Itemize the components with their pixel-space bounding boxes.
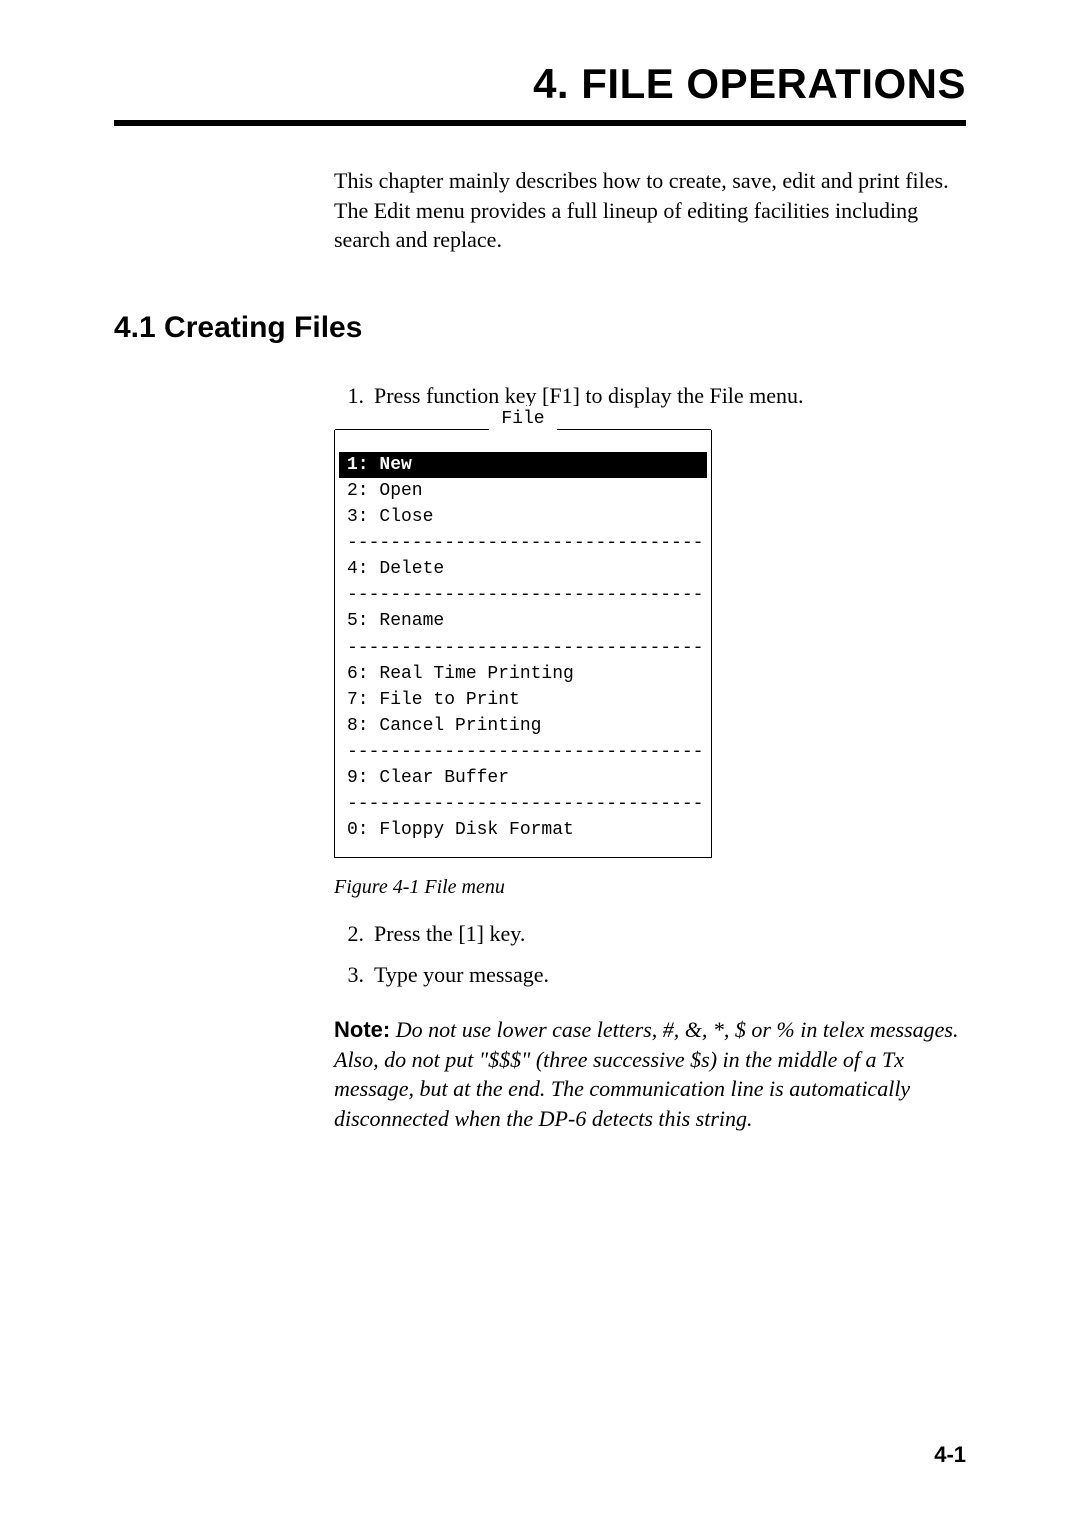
step-number: 3.: [334, 960, 374, 991]
menu-item-open[interactable]: 2: Open: [345, 478, 701, 504]
menu-divider: ----------------------------------------…: [345, 582, 701, 608]
menu-item-new[interactable]: 1: New: [339, 452, 707, 478]
menu-divider: ----------------------------------------…: [345, 791, 701, 817]
menu-divider: ----------------------------------------…: [345, 530, 701, 556]
step-text: Press function key [F1] to display the F…: [374, 381, 966, 412]
step-number: 2.: [334, 919, 374, 950]
chapter-title: 4. FILE OPERATIONS: [114, 60, 966, 108]
menu-label: File: [489, 406, 556, 432]
note-body: Do not use lower case letters, #, &, *, …: [334, 1017, 958, 1131]
step-number: 1.: [334, 381, 374, 412]
menu-item-clear-buffer[interactable]: 9: Clear Buffer: [345, 765, 701, 791]
page: 4. FILE OPERATIONS This chapter mainly d…: [0, 0, 1080, 1528]
step-text: Type your message.: [374, 960, 966, 991]
note: Note: Do not use lower case letters, #, …: [334, 1015, 966, 1134]
menu-item-close[interactable]: 3: Close: [345, 504, 701, 530]
menu-item-file-to-print[interactable]: 7: File to Print: [345, 687, 701, 713]
figure-caption: Figure 4-1 File menu: [334, 876, 966, 899]
title-rule: [114, 120, 966, 126]
menu-item-delete[interactable]: 4: Delete: [345, 556, 701, 582]
section-title: 4.1 Creating Files: [114, 311, 966, 345]
figure-file-menu: File 1: New 2: Open 3: Close -----------…: [334, 430, 966, 858]
step-2: 2. Press the [1] key.: [334, 919, 966, 950]
page-number: 4-1: [934, 1442, 966, 1468]
menu-divider: ----------------------------------------…: [345, 739, 701, 765]
chapter-intro: This chapter mainly describes how to cre…: [334, 166, 966, 255]
step-list-continued: 2. Press the [1] key. 3. Type your messa…: [334, 919, 966, 991]
step-3: 3. Type your message.: [334, 960, 966, 991]
note-label: Note:: [334, 1017, 390, 1042]
menu-item-rename[interactable]: 5: Rename: [345, 608, 701, 634]
step-1: 1. Press function key [F1] to display th…: [334, 381, 966, 412]
menu-item-real-time-printing[interactable]: 6: Real Time Printing: [345, 661, 701, 687]
menu-divider: ----------------------------------------…: [345, 635, 701, 661]
step-text: Press the [1] key.: [374, 919, 966, 950]
file-menu-box: File 1: New 2: Open 3: Close -----------…: [334, 430, 712, 858]
menu-item-floppy-disk-format[interactable]: 0: Floppy Disk Format: [345, 817, 701, 843]
menu-item-cancel-printing[interactable]: 8: Cancel Printing: [345, 713, 701, 739]
step-list: 1. Press function key [F1] to display th…: [334, 381, 966, 412]
